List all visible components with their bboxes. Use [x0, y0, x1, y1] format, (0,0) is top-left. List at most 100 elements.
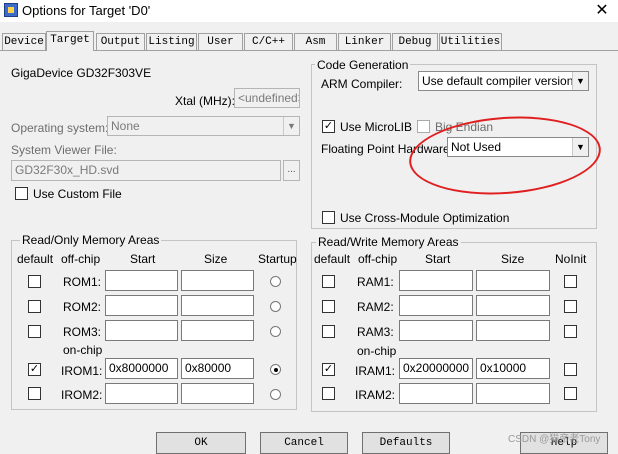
iram2-default-checkbox[interactable] [322, 387, 335, 400]
irom1-size-field[interactable]: 0x80000 [181, 358, 254, 379]
ro-header-size: Size [204, 252, 228, 266]
tab-user[interactable]: User [198, 33, 243, 51]
app-icon [4, 3, 18, 17]
os-select[interactable]: None ▼ [107, 116, 300, 136]
rom3-default-checkbox[interactable] [28, 325, 41, 338]
rom3-start-field[interactable] [105, 320, 178, 341]
compiler-select[interactable]: Use default compiler version 5 ▼ [418, 71, 589, 91]
ram1-default-checkbox[interactable] [322, 275, 335, 288]
irom2-label: IROM2: [61, 388, 103, 402]
tab-asm[interactable]: Asm [294, 33, 337, 51]
ram3-default-checkbox[interactable] [322, 325, 335, 338]
ram1-size-field[interactable] [476, 270, 550, 291]
rom1-start-field[interactable] [105, 270, 178, 291]
iram2-label: IRAM2: [355, 388, 396, 402]
rom2-start-field[interactable] [105, 295, 178, 316]
window-title: Options for Target 'D0' [22, 3, 151, 18]
rw-header-start: Start [425, 252, 451, 266]
chevron-down-icon[interactable]: ▼ [572, 72, 588, 90]
iram2-start-field[interactable] [399, 383, 473, 404]
title-bar: Options for Target 'D0' ✕ [0, 0, 618, 22]
watermark: CSDN @猫帝老Tony [508, 434, 601, 445]
rom1-startup-radio[interactable] [270, 276, 281, 287]
ram1-label: RAM1: [357, 275, 394, 289]
tab-target[interactable]: Target [46, 31, 94, 51]
rw-header-size: Size [501, 252, 525, 266]
svd-field[interactable]: GD32F30x_HD.svd [11, 160, 281, 181]
iram2-size-field[interactable] [476, 383, 550, 404]
custom-file-label: Use Custom File [33, 187, 122, 201]
iram1-noinit-checkbox[interactable] [564, 363, 577, 376]
irom1-default-checkbox[interactable]: ✓ [28, 363, 41, 376]
ram2-size-field[interactable] [476, 295, 550, 316]
tab-utilities[interactable]: Utilities [439, 33, 502, 51]
rom2-size-field[interactable] [181, 295, 254, 316]
ro-header-default: default [17, 252, 54, 266]
device-name: GigaDevice GD32F303VE [11, 66, 152, 80]
compiler-label: ARM Compiler: [321, 77, 403, 91]
ro-header-start: Start [130, 252, 156, 266]
rw-header-offchip: off-chip [358, 252, 398, 266]
iram1-start-field[interactable]: 0x20000000 [399, 358, 473, 379]
rw-header-default: default [314, 252, 351, 266]
defaults-button[interactable]: Defaults [362, 432, 450, 454]
irom1-start-field[interactable]: 0x8000000 [105, 358, 178, 379]
custom-file-checkbox[interactable] [15, 187, 28, 200]
ram3-size-field[interactable] [476, 320, 550, 341]
rom2-default-checkbox[interactable] [28, 300, 41, 313]
irom2-startup-radio[interactable] [270, 389, 281, 400]
rw-memory-title: Read/Write Memory Areas [316, 235, 461, 249]
chevron-down-icon[interactable]: ▼ [283, 117, 299, 135]
iram1-default-checkbox[interactable]: ✓ [322, 363, 335, 376]
tab-linker[interactable]: Linker [338, 33, 391, 51]
microlib-checkbox[interactable]: ✓ [322, 120, 335, 133]
rw-header-noinit: NoInit [555, 252, 587, 266]
ok-button[interactable]: OK [156, 432, 246, 454]
rom3-size-field[interactable] [181, 320, 254, 341]
ram3-start-field[interactable] [399, 320, 473, 341]
iram2-noinit-checkbox[interactable] [564, 387, 577, 400]
browse-button[interactable]: ... [283, 160, 300, 181]
os-select-value: None [111, 119, 140, 133]
tab-output[interactable]: Output [96, 33, 145, 51]
xtal-label: Xtal (MHz): [175, 94, 235, 108]
rom1-default-checkbox[interactable] [28, 275, 41, 288]
ram3-noinit-checkbox[interactable] [564, 325, 577, 338]
irom2-default-checkbox[interactable] [28, 387, 41, 400]
ram3-label: RAM3: [357, 325, 394, 339]
code-generation-title: Code Generation [315, 58, 411, 72]
close-icon[interactable]: ✕ [592, 0, 612, 20]
irom1-startup-radio[interactable] [270, 364, 281, 375]
ram2-start-field[interactable] [399, 295, 473, 316]
ram1-start-field[interactable] [399, 270, 473, 291]
tab-listing[interactable]: Listing [146, 33, 197, 51]
tab-debug[interactable]: Debug [392, 33, 438, 51]
tab-device[interactable]: Device [2, 33, 46, 51]
tab-cpp[interactable]: C/C++ [244, 33, 293, 51]
rom2-startup-radio[interactable] [270, 301, 281, 312]
rom2-label: ROM2: [63, 300, 102, 314]
irom2-size-field[interactable] [181, 383, 254, 404]
ro-header-startup: Startup [258, 252, 297, 266]
microlib-label: Use MicroLIB [340, 120, 413, 134]
cancel-button[interactable]: Cancel [260, 432, 348, 454]
ram2-default-checkbox[interactable] [322, 300, 335, 313]
iram1-label: IRAM1: [355, 364, 396, 378]
rom1-label: ROM1: [63, 275, 102, 289]
svd-label: System Viewer File: [11, 143, 117, 157]
irom1-label: IROM1: [61, 364, 103, 378]
ro-onchip-label: on-chip [63, 343, 103, 357]
iram1-size-field[interactable]: 0x10000 [476, 358, 550, 379]
ram2-noinit-checkbox[interactable] [564, 300, 577, 313]
rom1-size-field[interactable] [181, 270, 254, 291]
xtal-field[interactable]: <undefined> [234, 88, 300, 108]
big-endian-checkbox[interactable] [417, 120, 430, 133]
irom2-start-field[interactable] [105, 383, 178, 404]
ro-header-offchip: off-chip [61, 252, 101, 266]
ram1-noinit-checkbox[interactable] [564, 275, 577, 288]
cross-module-checkbox[interactable] [322, 211, 335, 224]
ram2-label: RAM2: [357, 300, 394, 314]
os-label: Operating system: [11, 121, 109, 135]
rw-onchip-label: on-chip [357, 344, 397, 358]
rom3-startup-radio[interactable] [270, 326, 281, 337]
